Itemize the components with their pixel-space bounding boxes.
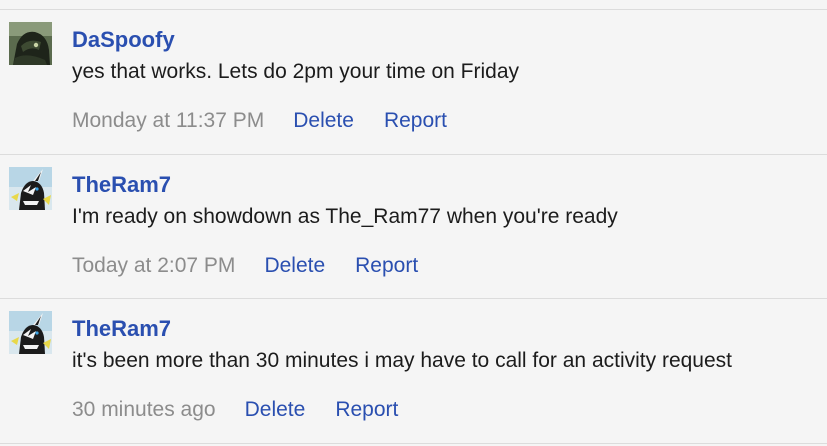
zebstrika-avatar-icon bbox=[9, 311, 52, 354]
divider bbox=[0, 298, 827, 299]
message-author[interactable]: TheRam7 bbox=[72, 172, 171, 198]
message-timestamp[interactable]: 30 minutes ago bbox=[72, 397, 216, 423]
divider bbox=[0, 154, 827, 155]
message-item: TheRam7 it's been more than 30 minutes i… bbox=[0, 308, 827, 446]
message-thread: DaSpoofy yes that works. Lets do 2pm you… bbox=[0, 0, 827, 446]
message-text: it's been more than 30 minutes i may hav… bbox=[72, 349, 733, 372]
message-meta: Today at 2:07 PM Delete Report bbox=[72, 253, 418, 279]
message-text: yes that works. Lets do 2pm your time on… bbox=[72, 60, 520, 83]
avatar[interactable] bbox=[9, 22, 52, 65]
delete-link[interactable]: Delete bbox=[293, 108, 354, 134]
message-meta: Monday at 11:37 PM Delete Report bbox=[72, 108, 447, 134]
message-timestamp[interactable]: Monday at 11:37 PM bbox=[72, 108, 264, 134]
message-meta: 30 minutes ago Delete Report bbox=[72, 397, 398, 423]
delete-link[interactable]: Delete bbox=[264, 253, 325, 279]
avatar[interactable] bbox=[9, 311, 52, 354]
report-link[interactable]: Report bbox=[335, 397, 398, 423]
zebstrika-avatar-icon bbox=[9, 167, 52, 210]
avatar[interactable] bbox=[9, 167, 52, 210]
divider bbox=[0, 9, 827, 10]
report-link[interactable]: Report bbox=[384, 108, 447, 134]
report-link[interactable]: Report bbox=[355, 253, 418, 279]
message-text: I'm ready on showdown as The_Ram77 when … bbox=[72, 205, 618, 228]
message-author[interactable]: TheRam7 bbox=[72, 316, 171, 342]
divider bbox=[0, 443, 827, 444]
dark-character-avatar-icon bbox=[9, 22, 52, 65]
delete-link[interactable]: Delete bbox=[245, 397, 306, 423]
message-item: DaSpoofy yes that works. Lets do 2pm you… bbox=[0, 19, 827, 163]
message-author[interactable]: DaSpoofy bbox=[72, 27, 175, 53]
message-item: TheRam7 I'm ready on showdown as The_Ram… bbox=[0, 164, 827, 308]
message-timestamp[interactable]: Today at 2:07 PM bbox=[72, 253, 235, 279]
